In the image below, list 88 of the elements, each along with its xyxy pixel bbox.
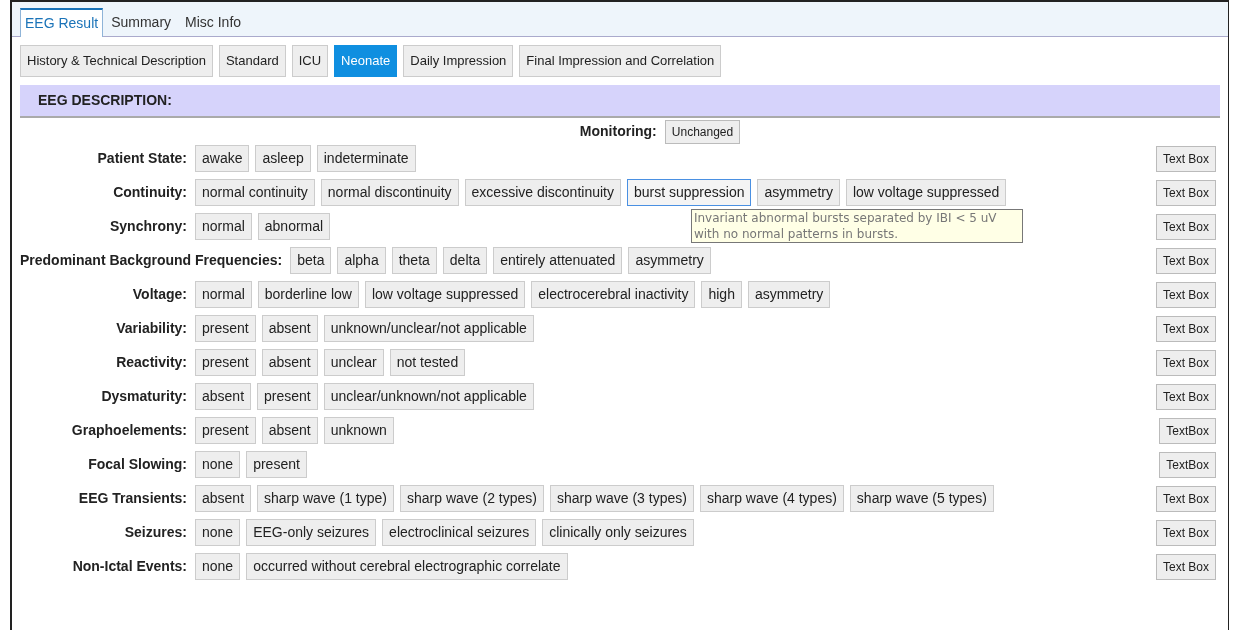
option-button[interactable]: absent	[195, 383, 252, 410]
option-button[interactable]: sharp wave (1 type)	[257, 485, 394, 512]
option-button[interactable]: absent	[261, 349, 318, 376]
option-button[interactable]: normal continuity	[195, 179, 315, 206]
option-button[interactable]: none	[195, 451, 241, 478]
field-label: EEG Transients:	[77, 489, 187, 508]
option-button[interactable]: abnormal	[257, 213, 331, 240]
option-button[interactable]: present	[195, 315, 256, 342]
option-button[interactable]: asleep	[255, 145, 311, 172]
option-button[interactable]: awake	[195, 145, 250, 172]
text-box-button[interactable]: Text Box	[1155, 145, 1216, 172]
option-button[interactable]: low voltage suppressed	[845, 179, 1007, 206]
option-button[interactable]: high	[701, 281, 742, 308]
option-button[interactable]: burst suppression	[626, 179, 752, 206]
option-button[interactable]: present	[246, 451, 307, 478]
text-box-button[interactable]: Text Box	[1155, 485, 1216, 512]
option-button[interactable]: EEG-only seizures	[246, 519, 377, 546]
option-button[interactable]: normal discontinuity	[320, 179, 459, 206]
text-box-button[interactable]: TextBox	[1159, 451, 1216, 478]
text-box-button[interactable]: Text Box	[1155, 553, 1216, 580]
field-label: Seizures:	[123, 523, 187, 542]
option-button[interactable]: present	[257, 383, 318, 410]
tab[interactable]: Summary	[105, 9, 178, 36]
option-button[interactable]: electrocerebral inactivity	[531, 281, 696, 308]
option-button[interactable]: present	[195, 349, 256, 376]
option-button[interactable]: entirely attenuated	[493, 247, 623, 274]
unchanged-button[interactable]: Unchanged	[664, 119, 741, 144]
tooltip: Invariant abnormal bursts separated by IBI < 5 uV with no normal patterns in bursts.	[690, 209, 1023, 243]
text-box-button[interactable]: Text Box	[1155, 383, 1216, 410]
option-button[interactable]: none	[195, 553, 241, 580]
option-button[interactable]: borderline low	[257, 281, 359, 308]
text-box-button[interactable]: Text Box	[1155, 179, 1216, 206]
field-label: Reactivity:	[115, 353, 187, 372]
option-button[interactable]: unknown/unclear/not applicable	[323, 315, 534, 342]
subtab[interactable]: Final Impression and Correlation	[519, 45, 722, 77]
field-label: Focal Slowing:	[87, 455, 187, 474]
text-box-button[interactable]: Text Box	[1155, 519, 1216, 546]
subtab[interactable]: Daily Impression	[403, 45, 514, 77]
field-label: Patient State:	[96, 149, 187, 168]
option-button[interactable]: normal	[195, 281, 252, 308]
tab[interactable]: EEG Result	[20, 8, 104, 37]
field-label: Monitoring:	[579, 122, 657, 141]
option-button[interactable]: absent	[261, 315, 318, 342]
field-label: Variability:	[115, 319, 187, 338]
text-box-button[interactable]: Text Box	[1155, 315, 1216, 342]
field-label: Dysmaturity:	[100, 387, 187, 406]
option-button[interactable]: clinically only seizures	[542, 519, 694, 546]
text-box-button[interactable]: Text Box	[1155, 349, 1216, 376]
option-button[interactable]: present	[195, 417, 256, 444]
option-button[interactable]: sharp wave (5 types)	[849, 485, 994, 512]
tab[interactable]: Misc Info	[179, 9, 248, 36]
field-label: Voltage:	[131, 285, 187, 304]
option-button[interactable]: delta	[442, 247, 488, 274]
option-button[interactable]: sharp wave (3 types)	[549, 485, 694, 512]
option-button[interactable]: indeterminate	[316, 145, 416, 172]
option-button[interactable]: absent	[195, 485, 252, 512]
text-box-button[interactable]: Text Box	[1155, 247, 1216, 274]
option-button[interactable]: unclear	[323, 349, 384, 376]
option-button[interactable]: asymmetry	[747, 281, 831, 308]
field-label: Continuity:	[112, 183, 187, 202]
option-button[interactable]: unknown	[323, 417, 394, 444]
field-label: Predominant Background Frequencies:	[20, 251, 283, 270]
option-button[interactable]: electroclinical seizures	[382, 519, 537, 546]
option-button[interactable]: not tested	[389, 349, 466, 376]
option-button[interactable]: sharp wave (2 types)	[400, 485, 544, 512]
option-button[interactable]: theta	[391, 247, 437, 274]
text-box-button[interactable]: Text Box	[1155, 213, 1216, 240]
subtab[interactable]: History & Technical Description	[20, 45, 213, 77]
subtab[interactable]: Standard	[218, 45, 286, 77]
text-box-button[interactable]: Text Box	[1155, 281, 1216, 308]
option-button[interactable]: unclear/unknown/not applicable	[323, 383, 534, 410]
option-button[interactable]: normal	[195, 213, 252, 240]
option-button[interactable]: none	[195, 519, 241, 546]
option-button[interactable]: beta	[290, 247, 332, 274]
option-button[interactable]: absent	[261, 417, 318, 444]
field-label: Graphoelements:	[70, 421, 187, 440]
option-button[interactable]: excessive discontinuity	[464, 179, 621, 206]
option-button[interactable]: sharp wave (4 types)	[699, 485, 844, 512]
option-button[interactable]: alpha	[337, 247, 386, 274]
field-label: Non-Ictal Events:	[71, 557, 187, 576]
field-label: Synchrony:	[109, 217, 187, 236]
section-header: EEG DESCRIPTION:	[20, 84, 1220, 118]
option-button[interactable]: occurred without cerebral electrographic correlate	[246, 553, 568, 580]
option-button[interactable]: asymmetry	[757, 179, 840, 206]
subtab[interactable]: ICU	[291, 45, 329, 77]
option-button[interactable]: asymmetry	[628, 247, 711, 274]
text-box-button[interactable]: TextBox	[1159, 417, 1216, 444]
option-button[interactable]: low voltage suppressed	[364, 281, 526, 308]
